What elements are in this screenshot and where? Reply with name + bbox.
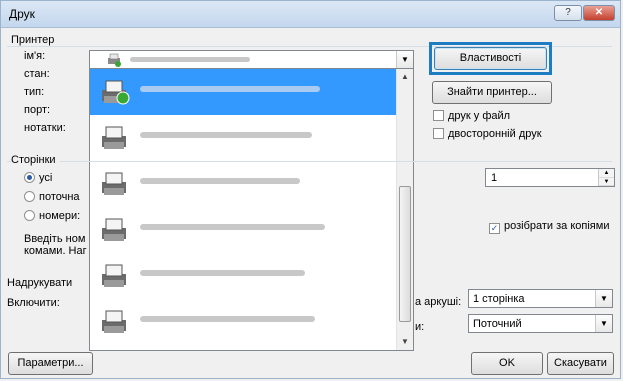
copies-value: 1	[491, 172, 498, 184]
pages-per-sheet-combo[interactable]: 1 сторінка ▼	[468, 289, 613, 308]
printer-icon	[102, 126, 126, 149]
pages-numbers-option[interactable]: номери:	[24, 210, 80, 222]
printer-option-name	[140, 178, 300, 184]
scale-label: и:	[415, 321, 425, 333]
pages-current-option[interactable]: поточна	[24, 191, 80, 203]
printer-name-label: ім'я:	[24, 50, 46, 62]
scale-value: Поточний	[473, 318, 522, 330]
printer-icon	[102, 310, 126, 333]
include-label: Включити:	[7, 297, 60, 309]
printer-status-label: стан:	[24, 68, 50, 80]
printer-group-title: Принтер	[11, 34, 59, 46]
copies-spin-buttons[interactable]: ▲ ▼	[598, 169, 614, 186]
spin-up-icon[interactable]: ▲	[599, 169, 614, 178]
pages-per-sheet-label: а аркуші:	[415, 296, 462, 308]
collate-checkbox[interactable]: ✓	[489, 223, 500, 234]
duplex-option[interactable]: двосторонній друк	[433, 128, 542, 140]
dropdown-scrollbar[interactable]: ▲ ▼	[396, 69, 413, 350]
printer-option[interactable]	[90, 299, 397, 345]
pages-current-label: поточна	[39, 191, 80, 203]
pages-hint-line2: комами. Наг	[24, 245, 87, 257]
print-what-label: Надрукувати	[7, 277, 73, 289]
printer-name-combo[interactable]: ▼	[89, 50, 414, 69]
title-bar: Друк ? ✕	[1, 1, 620, 28]
window-title: Друк	[9, 7, 35, 21]
pages-group-title: Сторінки	[11, 154, 60, 166]
scrollbar-thumb[interactable]	[399, 186, 411, 322]
printer-port-label: порт:	[24, 104, 51, 116]
printer-icon	[102, 218, 126, 241]
chevron-down-icon[interactable]: ▼	[595, 315, 612, 332]
printer-name-blurred	[130, 57, 250, 62]
print-dialog: Друк ? ✕ Принтер ім'я: стан: тип: порт: …	[0, 0, 621, 379]
printer-option-name	[140, 86, 320, 92]
printer-icon	[102, 80, 130, 105]
pages-current-radio[interactable]	[24, 191, 35, 202]
chevron-down-icon[interactable]: ▼	[595, 290, 612, 307]
pages-group-border	[7, 161, 612, 162]
printer-option[interactable]	[90, 161, 397, 207]
spin-down-icon[interactable]: ▼	[599, 178, 614, 186]
pages-numbers-label: номери:	[39, 210, 81, 222]
printer-type-label: тип:	[24, 86, 45, 98]
cancel-button[interactable]: Скасувати	[547, 352, 614, 375]
printer-notes-label: нотатки:	[24, 122, 66, 134]
print-to-file-checkbox[interactable]	[433, 110, 444, 121]
printer-option[interactable]	[90, 69, 397, 115]
duplex-label: двосторонній друк	[448, 128, 542, 140]
collate-option[interactable]: ✓ розібрати за копіями	[489, 220, 609, 234]
printer-option-name	[140, 132, 312, 138]
printer-option-name	[140, 270, 305, 276]
printer-icon	[102, 264, 126, 287]
pages-numbers-radio[interactable]	[24, 210, 35, 221]
pages-per-sheet-value: 1 сторінка	[473, 293, 525, 305]
duplex-checkbox[interactable]	[433, 128, 444, 139]
printer-option[interactable]	[90, 207, 397, 253]
pages-all-label: усі	[39, 172, 53, 184]
scale-combo[interactable]: Поточний ▼	[468, 314, 613, 333]
help-button[interactable]: ?	[554, 5, 582, 21]
printer-option-name	[140, 316, 315, 322]
printer-option[interactable]	[90, 115, 397, 161]
scroll-up-icon[interactable]: ▲	[397, 69, 413, 85]
pages-hint-line1: Введіть ном	[24, 233, 86, 245]
pages-all-radio[interactable]	[24, 172, 35, 183]
printer-option[interactable]	[90, 253, 397, 299]
close-button[interactable]: ✕	[583, 5, 615, 21]
print-to-file-label: друк у файл	[448, 110, 511, 122]
scroll-down-icon[interactable]: ▼	[397, 334, 413, 350]
properties-button[interactable]: Властивості	[434, 47, 547, 70]
chevron-down-icon[interactable]: ▼	[396, 51, 413, 68]
pages-all-option[interactable]: усі	[24, 172, 52, 184]
collate-label: розібрати за копіями	[504, 220, 610, 232]
printer-small-icon	[108, 53, 121, 67]
options-button[interactable]: Параметри...	[8, 352, 93, 375]
print-to-file-option[interactable]: друк у файл	[433, 110, 510, 122]
printer-option-name	[140, 224, 325, 230]
printer-dropdown-list[interactable]: ▲ ▼	[89, 68, 414, 351]
copies-spinner[interactable]: 1 ▲ ▼	[485, 168, 615, 187]
ok-button[interactable]: OK	[471, 352, 543, 375]
printer-icon	[102, 172, 126, 195]
find-printer-button[interactable]: Знайти принтер...	[432, 81, 552, 104]
